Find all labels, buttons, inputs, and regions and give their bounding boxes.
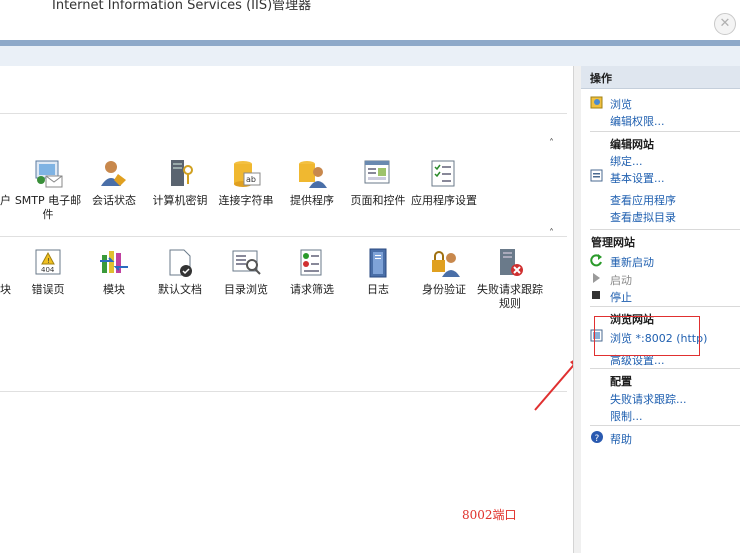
providers-icon [296, 158, 328, 190]
browse-icon [590, 95, 603, 109]
tile-label: 会话状态 [92, 194, 136, 207]
edit-site-heading: 编辑网站 [610, 138, 654, 151]
error-pages-icon: ! 404 [32, 247, 64, 279]
actions-header: 操作 [581, 66, 740, 89]
authentication-icon [428, 247, 460, 279]
tile-label: 应用程序设置 [411, 194, 477, 207]
tile-label: 模块 [103, 283, 125, 296]
default-document-icon [164, 247, 196, 279]
close-button[interactable]: ✕ [714, 13, 736, 35]
feature-tile-modules[interactable]: 模块 [79, 247, 149, 297]
feature-tile-authentication[interactable]: 身份验证 [409, 247, 479, 297]
group-divider [0, 113, 567, 114]
view-applications-link[interactable]: 查看应用程序 [610, 192, 676, 208]
actions-pane: 操作 浏览 编辑权限... 编辑网站 绑定... 基本设置... 查看应用程序 … [581, 66, 740, 553]
tile-label: 目录浏览 [224, 283, 268, 296]
feature-tile-smtp[interactable]: SMTP 电子邮件 [13, 158, 83, 222]
partial-tile-label: 块 [0, 283, 11, 296]
failed-request-tracing-link[interactable]: 失败请求跟踪... [610, 391, 687, 407]
help-link[interactable]: 帮助 [610, 431, 632, 447]
tile-label: 失败请求跟踪规则 [477, 283, 543, 310]
svg-text:!: ! [47, 257, 50, 265]
browse-link[interactable]: 浏览 [610, 96, 632, 112]
port-annotation: 8002端口 [462, 508, 517, 522]
svg-text:ab: ab [246, 175, 256, 184]
help-icon: ? [590, 430, 603, 444]
tile-label: 错误页 [31, 283, 65, 296]
tile-label: SMTP 电子邮件 [14, 194, 82, 221]
actions-title: 操作 [590, 72, 612, 85]
session-state-icon [98, 158, 130, 190]
directory-browsing-icon [230, 247, 262, 279]
feature-tile-pages-controls[interactable]: 页面和控件 [343, 158, 413, 208]
smtp-email-icon [32, 158, 64, 190]
collapse-group-1-button[interactable]: ˄ [549, 138, 554, 149]
request-filtering-icon [296, 247, 328, 279]
feature-tile-session-state[interactable]: 会话状态 [79, 158, 149, 208]
features-view: ˄ ˄ 户 SMTP 电子邮件 会话状态 计算机密钥 ab 连接字符串 提供程序 [0, 66, 581, 553]
tile-label: 提供程序 [290, 194, 334, 207]
title-bar: Internet Information Services (IIS)管理器 ✕ [0, 0, 740, 40]
start-icon [590, 271, 602, 283]
logging-icon [362, 247, 394, 279]
restart-icon [590, 253, 602, 267]
feature-tile-error-pages[interactable]: ! 404 错误页 [13, 247, 83, 297]
feature-tile-default-document[interactable]: 默认文档 [145, 247, 215, 297]
machine-key-icon [164, 158, 196, 190]
tile-label: 计算机密钥 [152, 194, 208, 207]
failed-request-tracing-icon [494, 247, 526, 279]
partial-tile-label: 户 [0, 194, 11, 207]
feature-tile-app-settings[interactable]: 应用程序设置 [409, 158, 479, 208]
divider [590, 368, 740, 369]
feature-tile-providers[interactable]: 提供程序 [277, 158, 347, 208]
view-virtual-dirs-link[interactable]: 查看虚拟目录 [610, 209, 676, 225]
divider [590, 229, 740, 230]
tile-label: 连接字符串 [218, 194, 274, 207]
feature-tile-failed-request-tracing[interactable]: 失败请求跟踪规则 [475, 247, 545, 311]
manage-site-heading: 管理网站 [591, 236, 635, 249]
feature-tile-directory-browsing[interactable]: 目录浏览 [211, 247, 281, 297]
modules-icon [98, 247, 130, 279]
bindings-link[interactable]: 绑定... [610, 153, 643, 169]
group-divider [0, 391, 567, 392]
tile-label: 请求筛选 [290, 283, 334, 296]
error-404-badge: 404 [41, 266, 55, 274]
annotation-highlight-box [594, 316, 700, 356]
feature-tile-request-filtering[interactable]: 请求筛选 [277, 247, 347, 297]
collapse-group-2-button[interactable]: ˄ [549, 228, 554, 239]
settings-icon [590, 169, 603, 182]
tile-label: 日志 [367, 283, 389, 296]
navigation-bar [0, 46, 740, 66]
divider [590, 306, 740, 307]
group-divider [0, 236, 567, 237]
limits-link[interactable]: 限制... [610, 408, 643, 424]
basic-settings-link[interactable]: 基本设置... [610, 170, 665, 186]
pages-controls-icon [362, 158, 394, 190]
app-settings-icon [428, 158, 460, 190]
restart-link[interactable]: 重新启动 [610, 254, 654, 270]
feature-tile-connection-strings[interactable]: ab 连接字符串 [211, 158, 281, 208]
feature-tile-logging[interactable]: 日志 [343, 247, 413, 297]
start-link[interactable]: 启动 [610, 272, 632, 288]
tile-label: 身份验证 [422, 283, 466, 296]
tile-label: 页面和控件 [350, 194, 406, 207]
divider [590, 425, 740, 426]
tile-label: 默认文档 [158, 283, 202, 296]
svg-text:?: ? [595, 434, 600, 444]
connection-strings-icon: ab [230, 158, 262, 190]
stop-icon [590, 288, 602, 300]
config-heading: 配置 [610, 375, 632, 388]
feature-tile-machine-key[interactable]: 计算机密钥 [145, 158, 215, 208]
window-title: Internet Information Services (IIS)管理器 [52, 0, 312, 13]
divider [590, 131, 740, 132]
stop-link[interactable]: 停止 [610, 289, 632, 305]
edit-permissions-link[interactable]: 编辑权限... [610, 113, 665, 129]
